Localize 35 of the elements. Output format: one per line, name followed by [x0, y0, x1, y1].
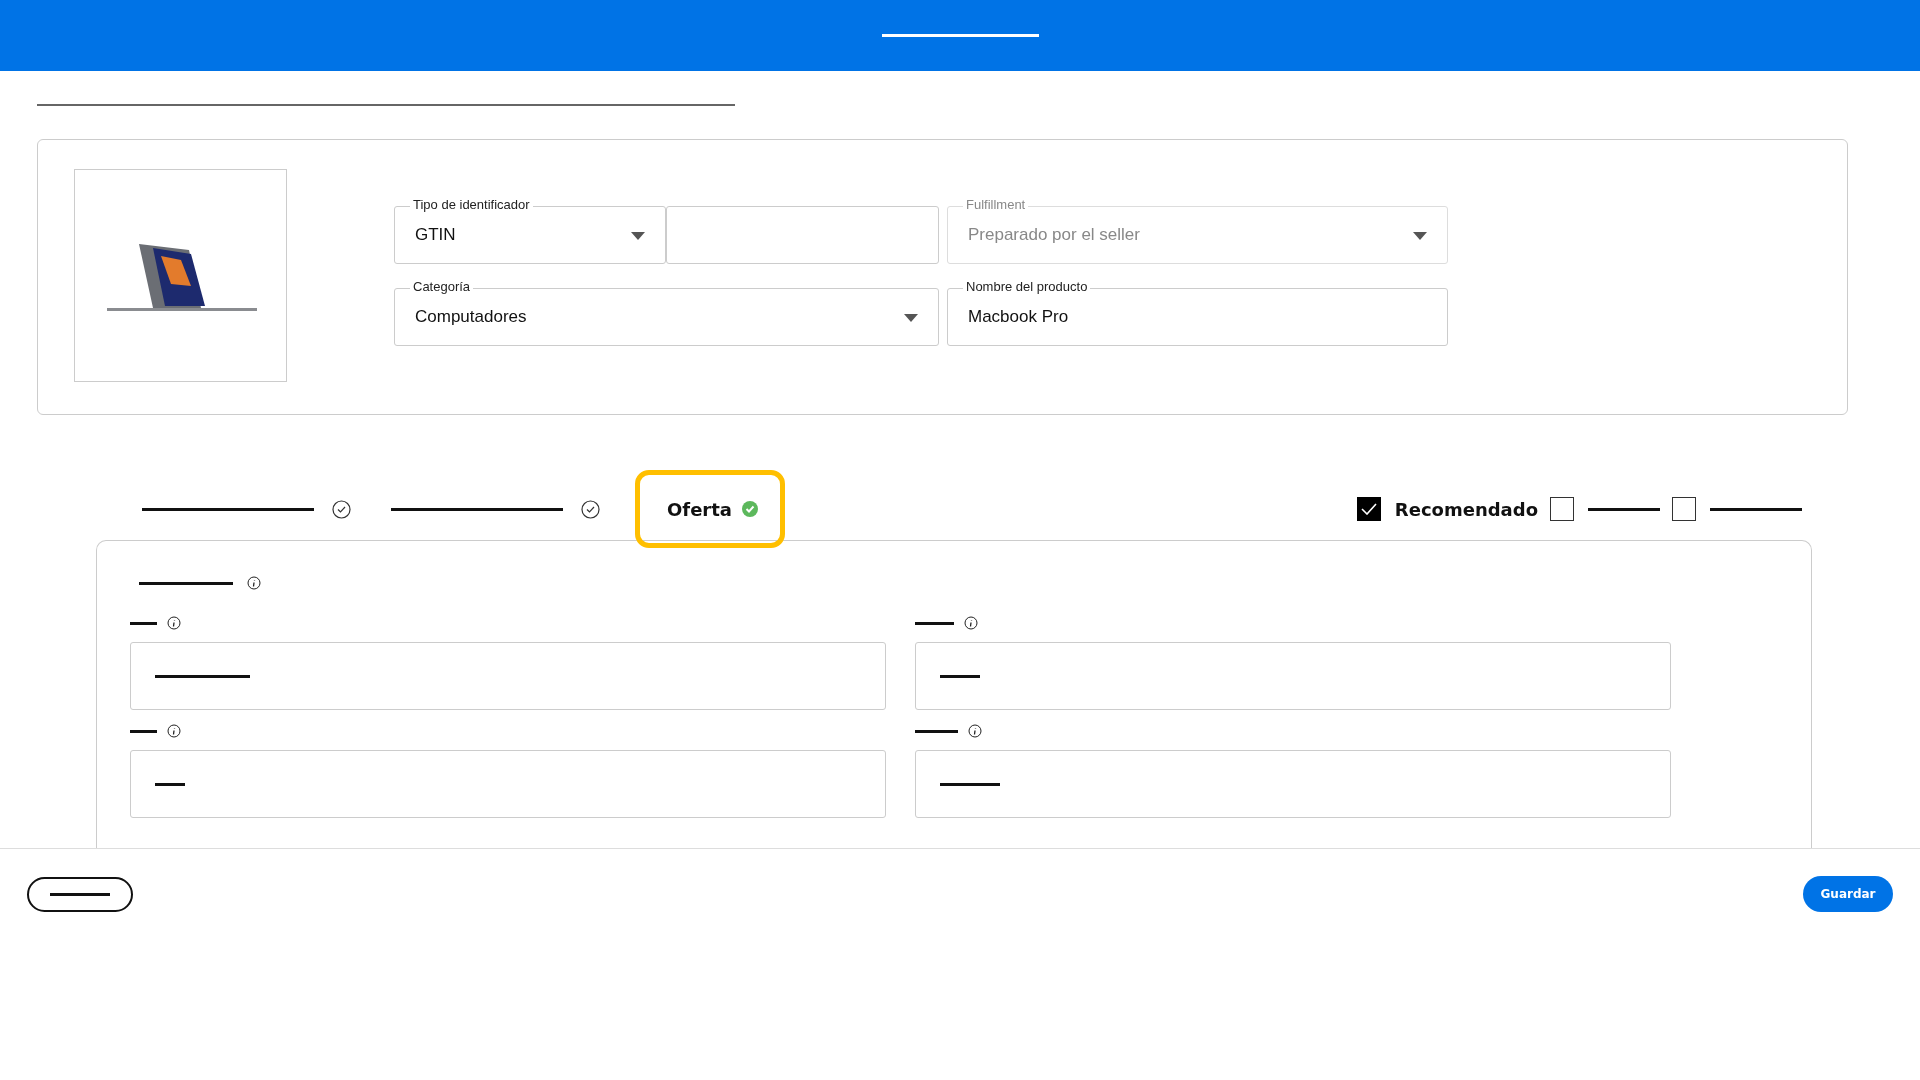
input-field[interactable]: [915, 642, 1671, 710]
caret-icon: [1413, 232, 1427, 240]
input-field[interactable]: [915, 750, 1671, 818]
field-label: Nombre del producto: [963, 279, 1091, 294]
field-value: Preparado por el seller: [968, 225, 1140, 245]
info-icon: [167, 616, 181, 630]
check-circle-icon: [581, 499, 600, 519]
info-icon: [167, 724, 181, 738]
save-button[interactable]: Guardar: [1803, 876, 1893, 912]
input-field[interactable]: [130, 750, 886, 818]
redacted-label-line: [915, 621, 954, 625]
checkbox-option[interactable]: [1672, 497, 1802, 521]
checkbox-option[interactable]: Recomendado: [1356, 497, 1538, 521]
field-value: GTIN: [415, 225, 456, 245]
check-circle-icon: [741, 501, 758, 517]
info-icon: [247, 576, 261, 590]
field-label: Fulfillment: [963, 197, 1029, 212]
field-label: Categoría: [410, 279, 474, 294]
info-icon: [964, 616, 978, 630]
input-field[interactable]: [130, 642, 886, 710]
input-field[interactable]: [666, 206, 939, 264]
tab[interactable]: Oferta: [635, 470, 785, 548]
caret-icon: [904, 314, 918, 322]
redacted-label-line: [130, 729, 157, 733]
checkbox-option[interactable]: [1550, 497, 1660, 521]
checkmark-icon: [1360, 503, 1377, 515]
redacted-label-line: [130, 621, 157, 625]
field-value: Macbook Pro: [968, 307, 1069, 327]
back-button[interactable]: [27, 876, 133, 912]
redacted-label-line: [915, 729, 958, 733]
caret-icon: [631, 232, 645, 240]
info-icon: [968, 724, 982, 738]
field-value: Computadores: [415, 307, 527, 327]
field-label: Tipo de identificador: [410, 197, 533, 212]
check-circle-icon: [332, 499, 351, 519]
